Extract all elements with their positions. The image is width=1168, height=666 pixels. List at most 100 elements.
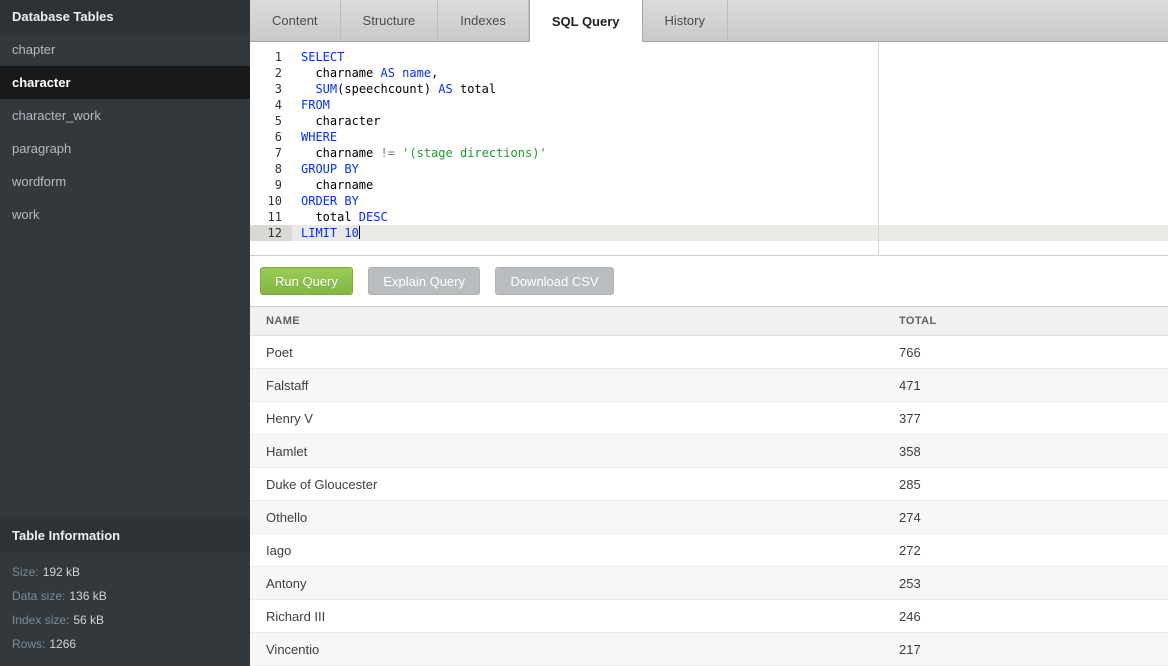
results-header-row: NAME TOTAL <box>250 307 1168 336</box>
code-text: character <box>292 113 380 129</box>
sql-editor-lines: 1SELECT2 charname AS name,3 SUM(speechco… <box>250 49 1168 241</box>
line-number: 7 <box>250 145 292 161</box>
cell-total: 272 <box>899 543 921 558</box>
cell-name: Duke of Gloucester <box>250 477 899 492</box>
editor-pane-divider <box>878 42 879 255</box>
cell-total: 253 <box>899 576 921 591</box>
cell-name: Antony <box>250 576 899 591</box>
line-number: 12 <box>250 225 292 241</box>
line-number: 4 <box>250 97 292 113</box>
editor-line: 2 charname AS name, <box>250 65 1168 81</box>
code-text: SELECT <box>292 49 344 65</box>
cell-total: 274 <box>899 510 921 525</box>
table-information-header: Table Information <box>0 519 250 552</box>
table-info-row: Index size: 56 kB <box>12 608 238 632</box>
editor-line: 9 charname <box>250 177 1168 193</box>
editor-line: 12LIMIT 10 <box>250 225 1168 241</box>
tab-bar: ContentStructureIndexesSQL QueryHistory <box>250 0 1168 42</box>
table-row[interactable]: Othello274 <box>250 501 1168 534</box>
cell-total: 377 <box>899 411 921 426</box>
sql-editor[interactable]: 1SELECT2 charname AS name,3 SUM(speechco… <box>250 42 1168 256</box>
table-info-row: Data size: 136 kB <box>12 584 238 608</box>
editor-line: 6WHERE <box>250 129 1168 145</box>
editor-line: 5 character <box>250 113 1168 129</box>
editor-line: 11 total DESC <box>250 209 1168 225</box>
tab-sql-query[interactable]: SQL Query <box>529 0 643 42</box>
cell-name: Hamlet <box>250 444 899 459</box>
table-row[interactable]: Vincentio217 <box>250 633 1168 666</box>
code-text: charname AS name, <box>292 65 438 81</box>
results-rows: Poet766Falstaff471Henry V377Hamlet358Duk… <box>250 336 1168 666</box>
info-label: Data size: <box>12 589 65 603</box>
info-label: Index size: <box>12 613 69 627</box>
editor-line: 8GROUP BY <box>250 161 1168 177</box>
text-cursor <box>359 226 360 239</box>
run-query-button[interactable]: Run Query <box>260 267 353 295</box>
sidebar-item-character[interactable]: character <box>0 66 250 99</box>
cell-name: Richard III <box>250 609 899 624</box>
cell-total: 285 <box>899 477 921 492</box>
cell-name: Vincentio <box>250 642 899 657</box>
code-text: LIMIT 10 <box>292 225 360 241</box>
code-text: charname != '(stage directions)' <box>292 145 547 161</box>
cell-total: 217 <box>899 642 921 657</box>
tab-indexes[interactable]: Indexes <box>438 0 529 41</box>
tab-structure[interactable]: Structure <box>341 0 439 41</box>
table-row[interactable]: Falstaff471 <box>250 369 1168 402</box>
table-info-row: Size:192 kB <box>12 560 238 584</box>
line-number: 9 <box>250 177 292 193</box>
table-list: chaptercharactercharacter_workparagraphw… <box>0 33 250 231</box>
code-text: total DESC <box>292 209 388 225</box>
info-label: Rows: <box>12 637 45 651</box>
editor-line: 1SELECT <box>250 49 1168 65</box>
table-row[interactable]: Antony253 <box>250 567 1168 600</box>
cell-total: 766 <box>899 345 921 360</box>
sidebar-item-character_work[interactable]: character_work <box>0 99 250 132</box>
sidebar-item-wordform[interactable]: wordform <box>0 165 250 198</box>
explain-query-button[interactable]: Explain Query <box>368 267 480 295</box>
editor-line: 7 charname != '(stage directions)' <box>250 145 1168 161</box>
column-header-total[interactable]: TOTAL <box>899 315 937 327</box>
table-row[interactable]: Hamlet358 <box>250 435 1168 468</box>
info-value: 56 kB <box>73 613 104 627</box>
cell-name: Poet <box>250 345 899 360</box>
sidebar-item-paragraph[interactable]: paragraph <box>0 132 250 165</box>
table-info-rows: Size:192 kB Data size: 136 kBIndex size: 56… <box>0 552 250 666</box>
cell-total: 358 <box>899 444 921 459</box>
table-row[interactable]: Henry V377 <box>250 402 1168 435</box>
info-value: 1266 <box>49 637 76 651</box>
main-panel: ContentStructureIndexesSQL QueryHistory … <box>250 0 1168 666</box>
code-text: FROM <box>292 97 330 113</box>
cell-name: Othello <box>250 510 899 525</box>
table-row[interactable]: Richard III246 <box>250 600 1168 633</box>
column-header-name[interactable]: NAME <box>250 315 899 327</box>
line-number: 10 <box>250 193 292 209</box>
sidebar-item-chapter[interactable]: chapter <box>0 33 250 66</box>
line-number: 1 <box>250 49 292 65</box>
editor-line: 10ORDER BY <box>250 193 1168 209</box>
table-row[interactable]: Duke of Gloucester285 <box>250 468 1168 501</box>
line-number: 2 <box>250 65 292 81</box>
line-number: 5 <box>250 113 292 129</box>
info-value: 192 kB <box>43 565 80 579</box>
app-window: Database Tables chaptercharactercharacte… <box>0 0 1168 666</box>
download-csv-button[interactable]: Download CSV <box>495 267 613 295</box>
info-value: 136 kB <box>69 589 106 603</box>
cell-total: 246 <box>899 609 921 624</box>
line-number: 8 <box>250 161 292 177</box>
table-row[interactable]: Iago272 <box>250 534 1168 567</box>
table-info-panel: Table Information Size:192 kB Data size: 1… <box>0 519 250 666</box>
tab-history[interactable]: History <box>643 0 728 41</box>
database-tables-header: Database Tables <box>0 0 250 33</box>
sidebar-item-work[interactable]: work <box>0 198 250 231</box>
code-text: ORDER BY <box>292 193 359 209</box>
cell-name: Henry V <box>250 411 899 426</box>
tab-content[interactable]: Content <box>250 0 341 41</box>
cell-name: Falstaff <box>250 378 899 393</box>
code-text: charname <box>292 177 373 193</box>
cell-name: Iago <box>250 543 899 558</box>
sidebar: Database Tables chaptercharactercharacte… <box>0 0 250 666</box>
line-number: 6 <box>250 129 292 145</box>
code-text: WHERE <box>292 129 337 145</box>
table-row[interactable]: Poet766 <box>250 336 1168 369</box>
